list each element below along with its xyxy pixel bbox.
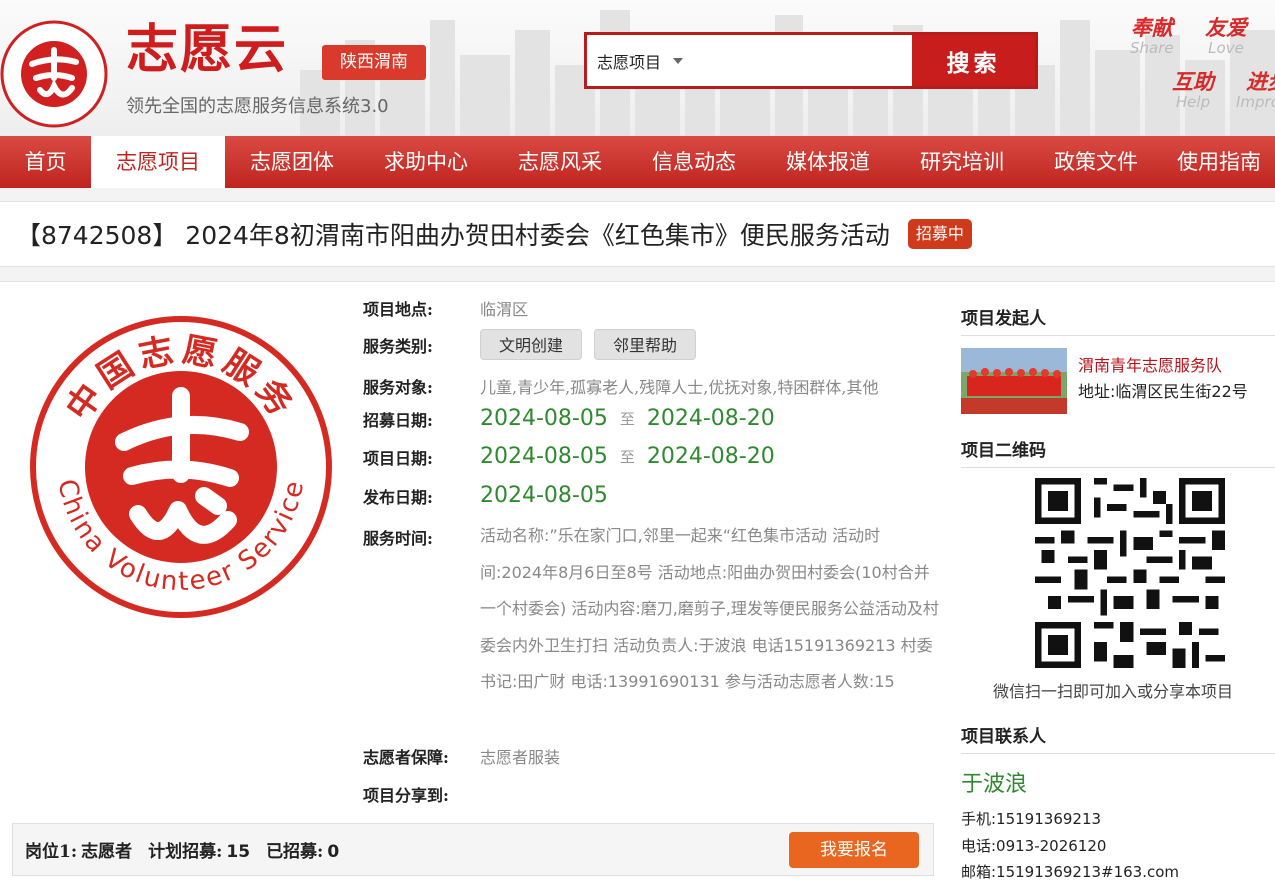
publish-date-row: 发布日期: 2024-08-05	[363, 483, 608, 508]
service-time-description: 活动名称:”乐在家门口,邻里一起来“红色集市活动 活动时间:2024年8月6日至…	[480, 526, 939, 691]
caret-down-icon	[673, 57, 684, 64]
org-name-link[interactable]: 渭南青年志愿服务队	[1078, 352, 1222, 376]
initiator-title: 项目发起人	[961, 304, 1275, 336]
search-category-select[interactable]: 志愿项目	[587, 35, 912, 86]
brand-slogan: 领先全国的志愿服务信息系统3.0	[126, 96, 389, 117]
search-category-label: 志愿项目	[597, 52, 662, 72]
china-volunteer-logo[interactable]	[0, 20, 108, 128]
nav-item-home[interactable]: 首页	[0, 136, 91, 188]
contact-title: 项目联系人	[961, 722, 1275, 754]
location-value: 临渭区	[480, 300, 529, 319]
recruit-start: 2024-08-05	[480, 406, 608, 431]
project-title-bar: 【8742508】 2024年8初渭南市阳曲办贺田村委会《红色集市》便民服务活动…	[0, 201, 1275, 267]
nav-item-guide[interactable]: 使用指南	[1163, 136, 1275, 188]
service-time-row: 服务时间:	[363, 529, 433, 548]
guarantee-row: 志愿者保障: 志愿者服装	[363, 744, 560, 768]
nav-item-help-center[interactable]: 求助中心	[359, 136, 493, 188]
share-row: 项目分享到:	[363, 786, 449, 805]
project-date-row: 项目日期: 2024-08-05 至 2024-08-20	[363, 444, 775, 469]
qr-title: 项目二维码	[961, 436, 1275, 468]
motto-improve: 进步Improve	[1236, 70, 1275, 112]
recruit-end: 2024-08-20	[646, 406, 775, 431]
contact-mobile: 手机:15191369213	[961, 810, 1102, 828]
tag-neighbor-help[interactable]: 邻里帮助	[594, 329, 697, 360]
position-name: 志愿者	[81, 842, 133, 862]
project-title: 【8742508】 2024年8初渭南市阳曲办贺田村委会《红色集市》便民服务活动	[16, 221, 890, 250]
category-row: 服务类别: 文明创建 邻里帮助	[363, 329, 708, 360]
search-button[interactable]: 搜索	[912, 35, 1035, 86]
contact-phone: 电话:0913-2026120	[961, 837, 1107, 855]
motto-love: 友爱 Love	[1205, 16, 1247, 58]
brand-name[interactable]: 志愿云	[126, 24, 288, 76]
nav-item-groups[interactable]: 志愿团体	[225, 136, 359, 188]
org-photo[interactable]	[961, 348, 1067, 414]
status-badge: 招募中	[907, 219, 972, 249]
qr-code	[1035, 478, 1225, 668]
plan-count: 15	[226, 842, 251, 862]
contact-email: 邮箱:15191369213#163.com	[961, 863, 1180, 881]
nav-item-media[interactable]: 媒体报道	[761, 136, 895, 188]
region-badge[interactable]: 陕西渭南	[322, 45, 426, 80]
location-row: 项目地点: 临渭区	[363, 296, 528, 320]
nav-item-policy[interactable]: 政策文件	[1029, 136, 1163, 188]
nav-item-projects[interactable]: 志愿项目	[91, 136, 225, 188]
target-value: 儿童,青少年,孤寡老人,残障人士,优抚对象,特困群体,其他	[480, 378, 879, 397]
qr-caption: 微信扫一扫即可加入或分享本项目	[993, 682, 1234, 701]
guarantee-value: 志愿者服装	[480, 748, 561, 767]
volunteer-service-logo-image: 中国志愿服务 China Volunteer Service	[30, 316, 332, 618]
position-row: 岗位1: 志愿者 计划招募: 15 已招募: 0 我要报名	[12, 823, 934, 876]
motto-share: 奉献 Share	[1130, 16, 1174, 58]
tag-civilization[interactable]: 文明创建	[480, 329, 583, 360]
project-start: 2024-08-05	[480, 444, 608, 469]
recruit-date-row: 招募日期: 2024-08-05 至 2024-08-20	[363, 406, 775, 431]
nav-item-training[interactable]: 研究培训	[895, 136, 1029, 188]
search-box: 志愿项目 搜索	[584, 32, 1038, 89]
project-detail: 中国志愿服务 China Volunteer Service 项目地点: 临渭区…	[0, 281, 1275, 885]
publish-date: 2024-08-05	[480, 483, 608, 508]
project-end: 2024-08-20	[646, 444, 775, 469]
motto-help: 互助 Help	[1172, 70, 1214, 112]
target-row: 服务对象: 儿童,青少年,孤寡老人,残障人士,优抚对象,特困群体,其他	[363, 374, 879, 398]
signup-button[interactable]: 我要报名	[789, 832, 919, 868]
site-header: 志愿云 陕西渭南 领先全国的志愿服务信息系统3.0 志愿项目 搜索 奉献 Shar…	[0, 0, 1275, 136]
nav-item-news[interactable]: 信息动态	[627, 136, 761, 188]
contact-name: 于波浪	[961, 772, 1028, 797]
nav-item-showcase[interactable]: 志愿风采	[493, 136, 627, 188]
main-nav: 首页 志愿项目 志愿团体 求助中心 志愿风采 信息动态 媒体报道 研究培训 政策…	[0, 136, 1275, 188]
org-address: 地址:临渭区民生街22号	[1078, 382, 1248, 401]
joined-count: 0	[327, 842, 340, 862]
